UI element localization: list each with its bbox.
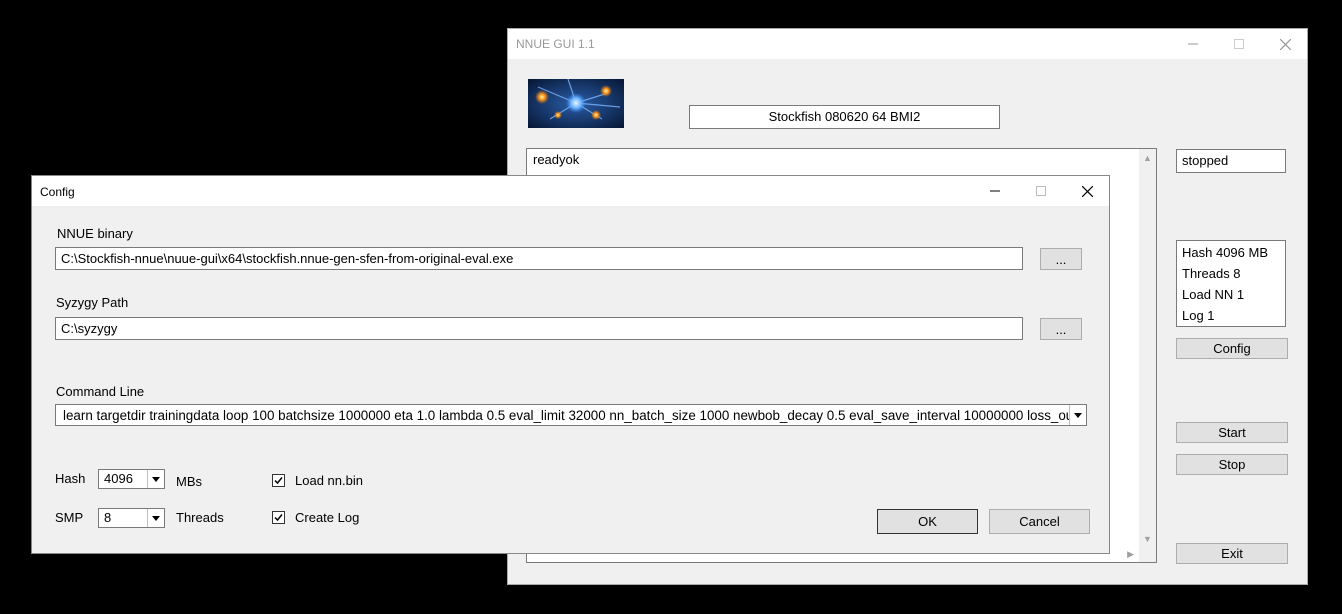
command-line-label: Command Line [56,384,145,399]
info-hash: Hash 4096 MB [1182,245,1268,260]
close-icon[interactable] [1064,176,1110,206]
chevron-down-icon[interactable] [1069,405,1086,425]
smp-value: 8 [104,510,112,525]
close-icon[interactable] [1262,29,1308,59]
maximize-icon [1018,176,1064,206]
smp-label: SMP [55,510,84,525]
create-log-checkbox[interactable] [272,511,285,524]
info-threads: Threads 8 [1182,266,1241,281]
hash-value: 4096 [104,471,133,486]
neuron-image [528,79,624,128]
browse-nnue-binary-button[interactable]: ... [1040,248,1082,270]
scroll-right-icon[interactable]: ▶ [1127,549,1134,560]
output-text: readyok [533,152,580,167]
load-nn-label[interactable]: Load nn.bin [295,473,363,488]
exit-button[interactable]: Exit [1176,543,1288,564]
syzygy-path-input[interactable]: C:\syzygy [55,317,1023,340]
config-dialog: Config NNUE binary C:\Stockfish-nnue\nuu… [31,175,1110,554]
create-log-label[interactable]: Create Log [295,510,359,525]
info-log: Log 1 [1182,308,1215,323]
minimize-icon[interactable] [1170,29,1216,59]
scroll-up-icon[interactable]: ▲ [1143,153,1152,163]
smp-select[interactable]: 8 [98,508,165,528]
main-titlebar[interactable]: NNUE GUI 1.1 [508,29,1307,59]
smp-unit-label: Threads [176,510,224,525]
nnue-binary-label: NNUE binary [57,226,133,241]
vertical-scrollbar[interactable]: ▲ ▼ [1139,149,1156,562]
chevron-down-icon[interactable] [147,470,164,488]
status-field: stopped [1176,149,1286,173]
info-list: Hash 4096 MB Threads 8 Load NN 1 Log 1 [1176,240,1286,327]
hash-unit-label: MBs [176,474,202,489]
config-button[interactable]: Config [1176,338,1288,359]
load-nn-checkbox[interactable] [272,474,285,487]
hash-select[interactable]: 4096 [98,469,165,489]
start-button[interactable]: Start [1176,422,1288,443]
nnue-binary-input[interactable]: C:\Stockfish-nnue\nuue-gui\x64\stockfish… [55,247,1023,270]
cancel-button[interactable]: Cancel [989,509,1090,534]
syzygy-path-label: Syzygy Path [56,295,129,310]
chevron-down-icon[interactable] [147,509,164,527]
hash-label: Hash [55,471,86,486]
stop-button[interactable]: Stop [1176,454,1288,475]
config-dialog-title: Config [40,185,75,199]
ok-button[interactable]: OK [877,509,978,534]
scroll-down-icon[interactable]: ▼ [1143,534,1152,544]
config-titlebar[interactable]: Config [32,176,1109,206]
browse-syzygy-button[interactable]: ... [1040,318,1082,340]
info-load-nn: Load NN 1 [1182,287,1245,302]
minimize-icon[interactable] [972,176,1018,206]
main-window-title: NNUE GUI 1.1 [516,37,595,51]
maximize-icon[interactable] [1216,29,1262,59]
command-line-select[interactable]: learn targetdir trainingdata loop 100 ba… [55,404,1087,426]
command-line-value: learn targetdir trainingdata loop 100 ba… [63,408,1087,423]
engine-name-field: Stockfish 080620 64 BMI2 [689,105,1000,129]
